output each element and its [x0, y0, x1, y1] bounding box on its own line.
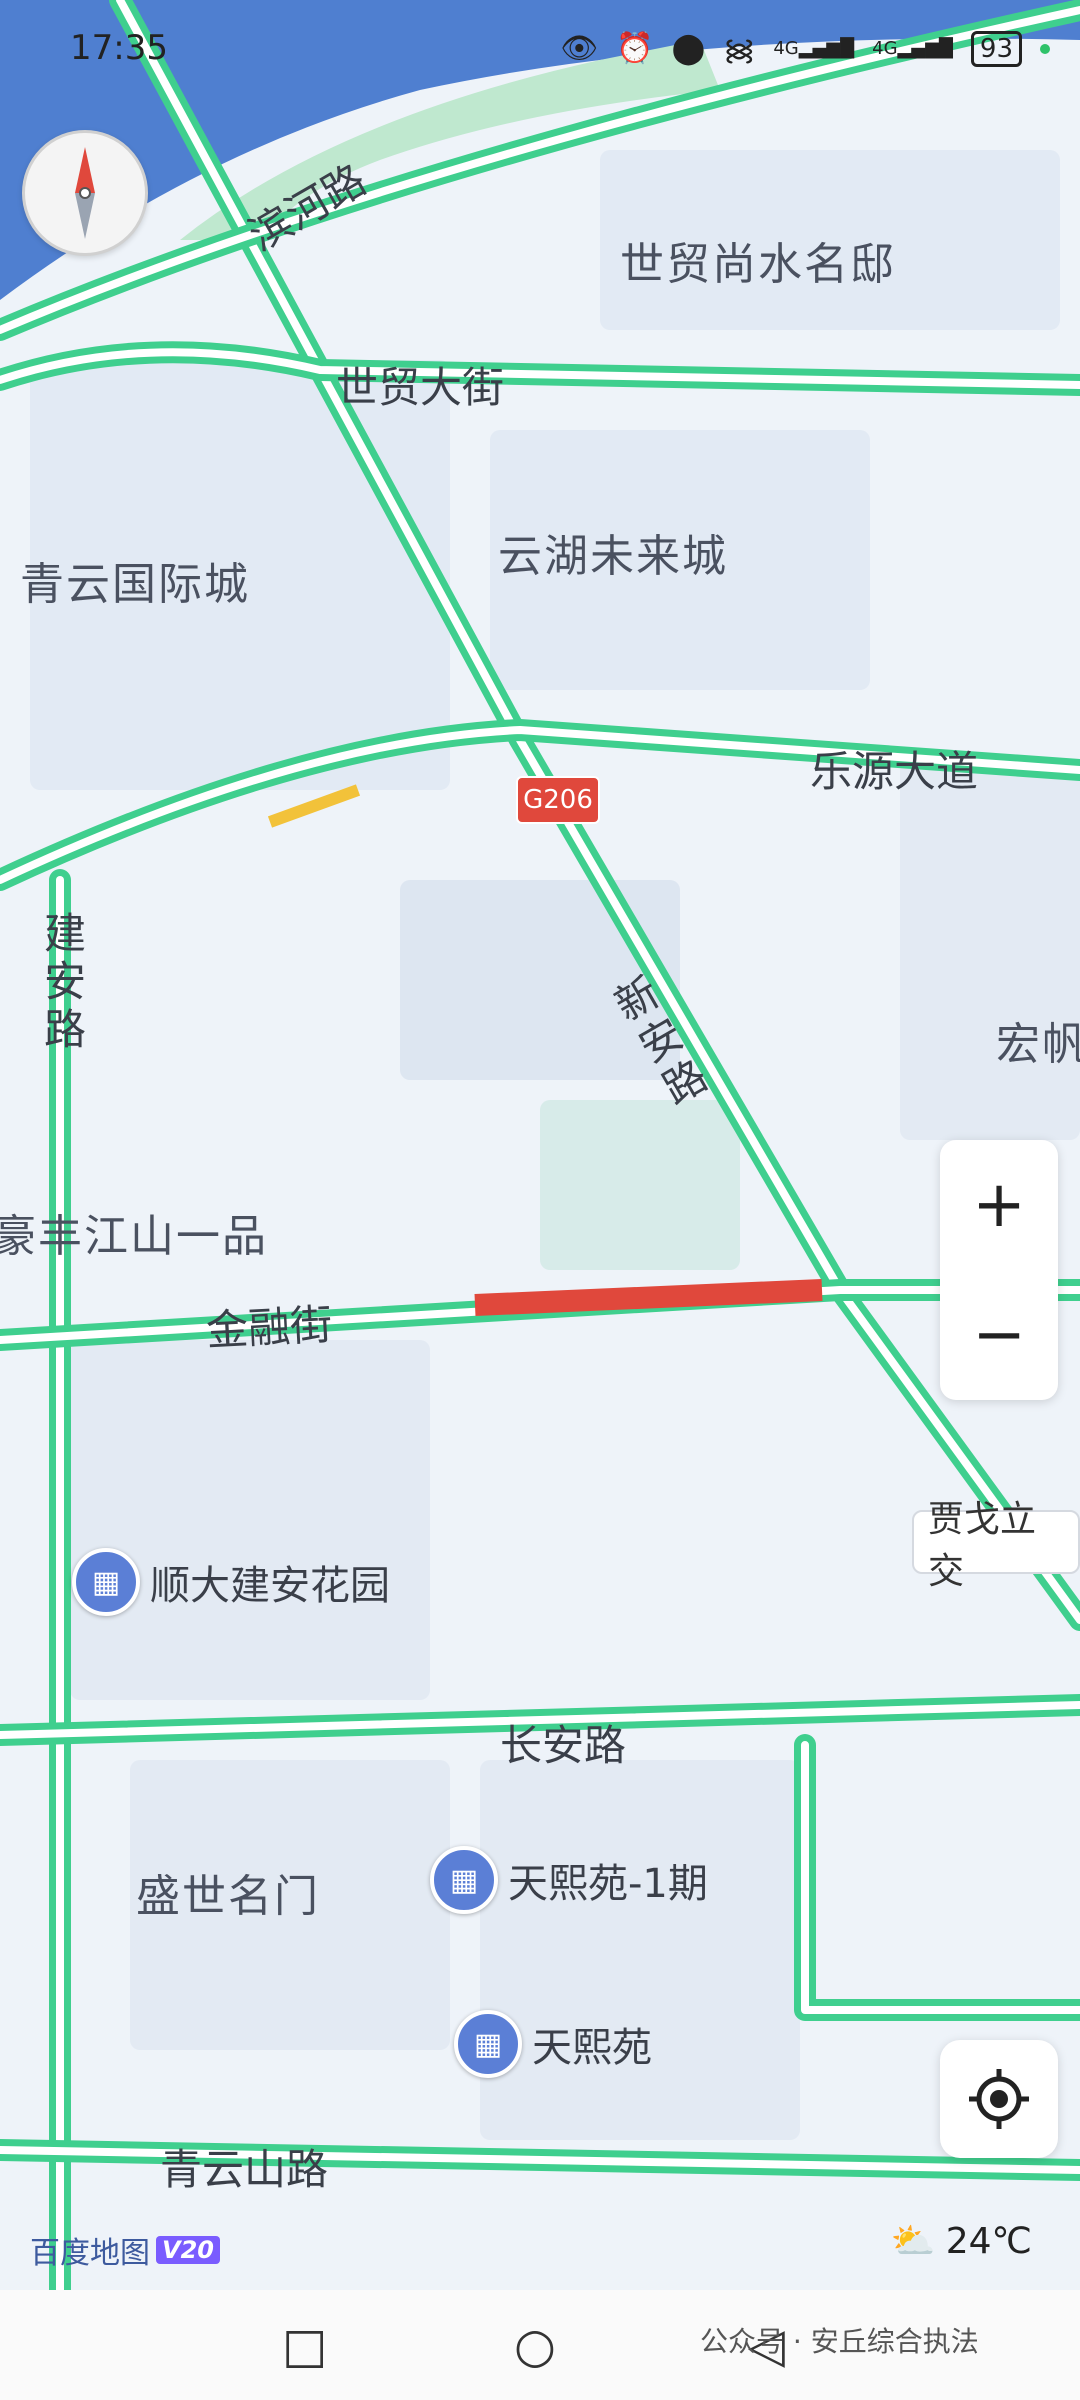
road-label: 建安路: [44, 909, 87, 1054]
zoom-in-button[interactable]: +: [940, 1140, 1058, 1270]
road-label: 长安路: [500, 1721, 627, 1770]
road-label: 青云山路: [160, 2145, 329, 2194]
block: [900, 760, 1080, 1140]
area-label[interactable]: 云湖未来城: [498, 520, 728, 584]
clock: 17:35: [70, 28, 168, 68]
road-label: 乐源大道: [810, 747, 979, 796]
privacy-dot: [1040, 43, 1050, 54]
system-nav-bar: □ ○ ◁ 公众号 · 安丘综合执法: [0, 2290, 1080, 2400]
wifi-icon: ᯼: [723, 33, 756, 68]
temperature: 24℃: [945, 2220, 1032, 2262]
eye-icon: 👁: [560, 31, 599, 66]
map-canvas[interactable]: [0, 0, 1080, 2290]
area-label[interactable]: 宏帆: [996, 1008, 1080, 1072]
block: [480, 1760, 800, 2140]
recent-apps-button[interactable]: □: [282, 2318, 327, 2374]
area-label[interactable]: 青云国际城: [20, 548, 250, 612]
poi-marker[interactable]: ▦ 天熙苑-1期: [430, 1846, 708, 1914]
watermark: 公众号 · 安丘综合执法: [700, 2325, 979, 2358]
partly-cloudy-icon: ⛅: [890, 2221, 936, 2262]
road-label: 世贸大街: [336, 363, 505, 412]
area-label[interactable]: 盛世名门: [136, 1860, 320, 1924]
block: [70, 1340, 430, 1700]
area-label[interactable]: 世贸尚水名邸: [620, 228, 896, 292]
signal-4g-icon: 4G▂▄▆█: [773, 38, 855, 59]
interchange-callout[interactable]: 贾戈立交: [912, 1499, 1080, 1592]
weather-widget[interactable]: ⛅ 24℃: [890, 2220, 1032, 2263]
building-icon: ▦: [430, 1846, 498, 1914]
baidu-map-logo: 百度地图 V20: [30, 2228, 220, 2272]
zoom-out-button[interactable]: −: [940, 1270, 1058, 1400]
road-centerline: [801, 1741, 1080, 2014]
battery-icon: 93: [970, 30, 1022, 67]
poi-marker[interactable]: ▦ 天熙苑: [454, 2010, 652, 2078]
traffic-slow-segment: [267, 784, 361, 828]
highway-shield: G206: [516, 776, 600, 824]
compass-icon[interactable]: [22, 130, 148, 256]
home-button[interactable]: ○: [514, 2318, 556, 2374]
area-label[interactable]: 豪丰江山一品: [0, 1200, 268, 1264]
building-icon: ▦: [454, 2010, 522, 2078]
building-icon: ▦: [72, 1548, 140, 1616]
alarm-icon: ⏰: [616, 31, 654, 66]
version-badge: V20: [156, 2236, 220, 2264]
road: [794, 1734, 1080, 2021]
traffic-jam-segment: [474, 1279, 823, 1316]
zoom-control: + −: [940, 1140, 1058, 1400]
status-bar: 17:35 👁 ⏰ ⬤ ᯼ 4G▂▄▆█ 4G▂▄▆█ 93: [0, 0, 1080, 100]
road-label: 金融街: [204, 1299, 334, 1356]
signal-4g-icon: 4G▂▄▆█: [872, 38, 953, 59]
location-icon: ⬤: [671, 31, 706, 66]
locate-icon: [969, 2069, 1029, 2129]
block: [540, 1100, 740, 1270]
locate-button[interactable]: [940, 2040, 1058, 2158]
status-icons: 👁 ⏰ ⬤ ᯼ 4G▂▄▆█ 4G▂▄▆█ 93: [560, 28, 1050, 69]
poi-marker[interactable]: ▦ 顺大建安花园: [72, 1548, 390, 1616]
